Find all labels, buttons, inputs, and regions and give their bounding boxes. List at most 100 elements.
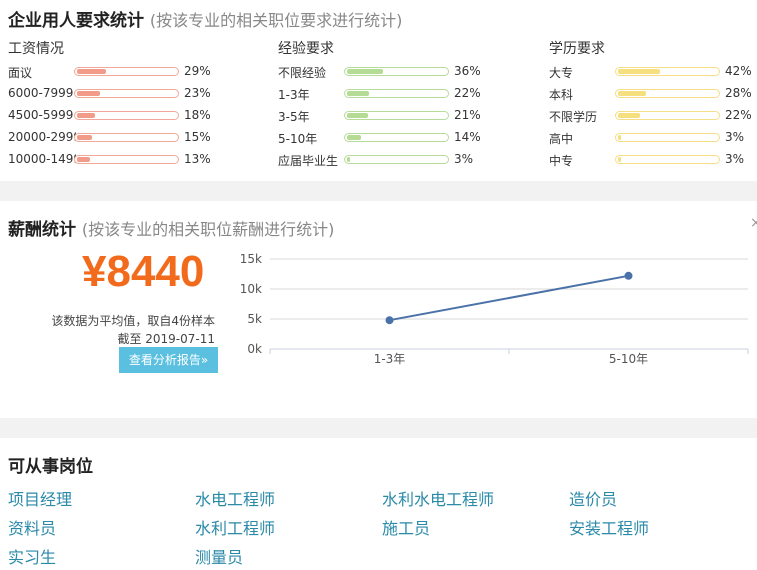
series-line	[389, 274, 629, 322]
experience-stat-percent: 3%	[454, 152, 474, 166]
job-link[interactable]: 水利工程师	[195, 515, 275, 539]
education-progress-bar	[615, 133, 720, 142]
experience-stat-label: 应届毕业生	[278, 154, 339, 168]
education-stat-label: 高中	[549, 132, 574, 146]
salary-stat-label: 10000-1499	[8, 152, 76, 166]
salary-progress-bar	[74, 89, 179, 98]
experience-stat-label: 3-5年	[278, 110, 310, 124]
experience-stat-label: 5-10年	[278, 132, 318, 146]
experience-column: 经验要求 不限经验 36% 1-3年 22% 3-5年 21% 5-10年 14% 应届毕业生 3…	[278, 38, 481, 168]
jobs-section: 可从事岗位 项目经理 水电工程师 水利水电工程师 造价员资料员 水利工程师 施工员 安装工程…	[0, 438, 757, 570]
education-progress-bar	[615, 89, 720, 98]
y-tick-label: 15k	[240, 252, 262, 266]
experience-stat-percent: 36%	[454, 64, 481, 78]
education-stat-label: 本科	[549, 88, 574, 102]
view-report-button[interactable]: 查看分析报告»	[119, 347, 218, 373]
job-link[interactable]: 安装工程师	[569, 515, 649, 539]
job-link[interactable]: 资料员	[8, 515, 56, 539]
experience-progress-fill	[347, 113, 368, 118]
education-column: 学历要求 大专 42% 本科 28% 不限学历 22% 高中 3% 中专 3%	[549, 38, 752, 168]
pay-title: 薪酬统计 (按该专业的相关职位薪酬进行统计)	[8, 220, 335, 240]
y-tick-label: 0k	[247, 342, 262, 356]
y-tick-label: 10k	[240, 282, 262, 296]
education-progress-fill	[618, 157, 621, 162]
experience-progress-fill	[347, 157, 350, 162]
education-progress-fill	[618, 69, 660, 74]
salary-progress-bar	[74, 67, 179, 76]
education-progress-bar	[615, 111, 720, 120]
experience-stat-percent: 21%	[454, 108, 481, 122]
salary-column: 工资情况 面议 29% 6000-7999 23% 4500-5999 18% 20000-…	[8, 38, 211, 166]
salary-header: 工资情况	[8, 41, 64, 57]
salary-stat-percent: 29%	[184, 64, 211, 78]
experience-stat-label: 1-3年	[278, 88, 310, 102]
salary-stat-label: 20000-2999	[8, 130, 76, 144]
job-link[interactable]: 水电工程师	[195, 486, 275, 510]
education-stat-label: 不限学历	[549, 110, 598, 124]
sample-note: 该数据为平均值，取自4份样本	[51, 314, 215, 328]
experience-progress-fill	[347, 135, 361, 140]
education-stat-percent: 42%	[725, 64, 752, 78]
salary-progress-fill	[77, 157, 90, 162]
job-link[interactable]: 实习生	[8, 544, 56, 568]
education-progress-bar	[615, 155, 720, 164]
x-tick-label: 1-3年	[374, 352, 406, 366]
education-header: 学历要求	[549, 41, 605, 57]
education-stat-label: 大专	[549, 66, 574, 80]
experience-stat-label: 不限经验	[278, 66, 327, 80]
average-salary: ¥8440	[82, 247, 205, 296]
job-link[interactable]: 测量员	[195, 544, 243, 568]
job-link[interactable]: 施工员	[382, 515, 430, 539]
salary-progress-fill	[77, 135, 92, 140]
data-point[interactable]	[385, 316, 394, 325]
salary-stat-percent: 23%	[184, 86, 211, 100]
pay-section: 薪酬统计 (按该专业的相关职位薪酬进行统计) × ¥8440 该数据为平均值，取…	[0, 201, 757, 418]
experience-progress-bar	[344, 111, 449, 120]
experience-stat-percent: 14%	[454, 130, 481, 144]
education-stat-percent: 3%	[725, 130, 745, 144]
x-tick-label: 5-10年	[609, 352, 648, 366]
education-progress-fill	[618, 91, 646, 96]
experience-progress-fill	[347, 91, 369, 96]
salary-stat-percent: 18%	[184, 108, 211, 122]
experience-progress-bar	[344, 155, 449, 164]
y-tick-label: 5k	[247, 312, 262, 326]
section-divider	[0, 181, 757, 201]
job-link[interactable]: 项目经理	[8, 486, 72, 510]
education-progress-fill	[618, 113, 640, 118]
salary-stat-label: 6000-7999	[8, 86, 74, 100]
requirements-title: 企业用人要求统计 (按该专业的相关职位要求进行统计)	[8, 11, 403, 31]
salary-stat-label: 4500-5999	[8, 108, 74, 122]
salary-progress-bar	[74, 155, 179, 164]
data-point[interactable]	[624, 271, 633, 280]
salary-stat-label: 面议	[8, 66, 33, 80]
experience-header: 经验要求	[278, 41, 334, 57]
job-link[interactable]: 造价员	[569, 486, 617, 510]
salary-progress-fill	[77, 91, 100, 96]
section-divider-2	[0, 418, 757, 438]
salary-progress-fill	[77, 69, 106, 74]
salary-stat-percent: 15%	[184, 130, 211, 144]
requirements-section: 企业用人要求统计 (按该专业的相关职位要求进行统计) 工资情况 面议 29% 600…	[0, 0, 757, 181]
education-stat-percent: 3%	[725, 152, 745, 166]
pay-subtitle: (按该专业的相关职位薪酬进行统计)	[81, 220, 335, 239]
salary-stat-percent: 13%	[184, 152, 211, 166]
requirements-subtitle: (按该专业的相关职位要求进行统计)	[149, 11, 403, 30]
salary-progress-bar	[74, 111, 179, 120]
experience-progress-bar	[344, 133, 449, 142]
experience-progress-bar	[344, 67, 449, 76]
job-link[interactable]: 水利水电工程师	[382, 486, 494, 510]
jobs-title: 可从事岗位	[8, 457, 93, 477]
experience-progress-fill	[347, 69, 383, 74]
education-stat-percent: 22%	[725, 108, 752, 122]
education-stat-label: 中专	[549, 154, 574, 168]
salary-line-chart: 0k 5k 10k 15k 1-3年 5-10年	[240, 252, 749, 366]
close-icon[interactable]: ×	[750, 215, 757, 231]
education-stat-percent: 28%	[725, 86, 752, 100]
experience-progress-bar	[344, 89, 449, 98]
education-progress-bar	[615, 67, 720, 76]
salary-progress-fill	[77, 113, 95, 118]
salary-progress-bar	[74, 133, 179, 142]
experience-stat-percent: 22%	[454, 86, 481, 100]
date-note: 截至 2019-07-11	[117, 332, 215, 346]
